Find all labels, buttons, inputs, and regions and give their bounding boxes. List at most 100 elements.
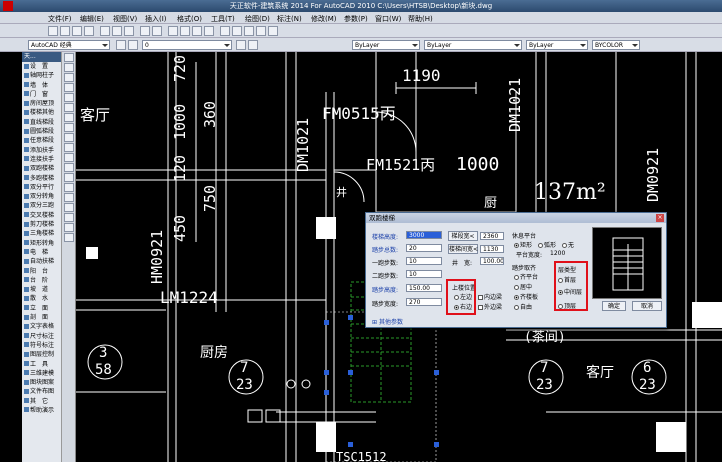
side-menu-item[interactable]: 台 阶 (22, 276, 61, 285)
side-menu-item[interactable]: 坡 道 (22, 285, 61, 294)
step-width-field[interactable]: 270 (406, 298, 442, 306)
side-menu-item[interactable]: 立 面 (22, 304, 61, 313)
side-menu-item[interactable]: 门 窗 (22, 90, 61, 99)
zoom-window-icon[interactable] (192, 26, 202, 36)
help-icon[interactable] (268, 26, 278, 36)
redo-icon[interactable] (152, 26, 162, 36)
insert-block-icon[interactable] (64, 163, 74, 172)
new-file-icon[interactable] (48, 26, 58, 36)
layer-select[interactable]: 0 (142, 40, 232, 50)
side-menu-item[interactable]: 房间屋顶 (22, 99, 61, 108)
lineweight-select[interactable]: ByLayer (526, 40, 588, 50)
menu-edit[interactable]: 编辑(E) (80, 14, 104, 24)
tool-palette-icon[interactable] (244, 26, 254, 36)
side-menu-item[interactable]: 自动扶梯 (22, 257, 61, 266)
menu-parameter[interactable]: 参数(P) (344, 14, 368, 24)
multiline-text-icon[interactable] (64, 233, 74, 242)
side-menu-item[interactable]: 连接扶手 (22, 155, 61, 164)
align-platform-radio[interactable]: 齐平台 (514, 272, 538, 281)
zoom-icon[interactable] (180, 26, 190, 36)
polygon-icon[interactable] (64, 83, 74, 92)
table-icon[interactable] (64, 223, 74, 232)
menu-format[interactable]: 格式(O) (177, 14, 202, 24)
side-menu-item[interactable]: 帮助演示 (22, 406, 61, 415)
side-menu-item[interactable]: 楼梯其他 (22, 108, 61, 117)
undo-icon[interactable] (140, 26, 150, 36)
gradient-icon[interactable] (64, 203, 74, 212)
properties-icon[interactable] (220, 26, 230, 36)
side-menu-item[interactable]: 矩形转角 (22, 239, 61, 248)
side-menu-item[interactable]: 轴网柱子 (22, 71, 61, 80)
print-icon[interactable] (84, 26, 94, 36)
workspace-select[interactable]: AutoCAD 经典 (28, 40, 110, 50)
side-menu-item[interactable]: 直线梯段 (22, 118, 61, 127)
menu-file[interactable]: 文件(F) (48, 14, 72, 24)
step-height-field[interactable]: 150.00 (406, 284, 442, 292)
make-current-layer-icon[interactable] (236, 40, 246, 50)
well-width-field[interactable]: 100.00 (480, 257, 504, 265)
side-menu-item[interactable]: 阳 台 (22, 267, 61, 276)
rectangle-icon[interactable] (64, 93, 74, 102)
side-menu-item[interactable]: 电 梯 (22, 248, 61, 257)
color-select[interactable]: ByLayer (352, 40, 420, 50)
open-file-icon[interactable] (60, 26, 70, 36)
stair-width-button[interactable]: 梯段宽< (448, 231, 478, 241)
menu-draw[interactable]: 绘图(D) (245, 14, 270, 24)
layer-previous-icon[interactable] (248, 40, 258, 50)
side-menu-item[interactable]: 工 具 (22, 360, 61, 369)
landing-width-value[interactable]: 1200 (550, 250, 565, 257)
ok-button[interactable]: 确定 (602, 301, 626, 311)
other-params-expander[interactable]: ⊞ 其他参数 (372, 317, 403, 326)
side-menu-item[interactable]: 双分三跑 (22, 201, 61, 210)
side-menu-item[interactable]: 设 置 (22, 62, 61, 71)
side-menu-item[interactable]: 三角楼梯 (22, 229, 61, 238)
calculator-icon[interactable] (256, 26, 266, 36)
ellipse-arc-icon[interactable] (64, 153, 74, 162)
side-menu-header[interactable]: 天... (22, 52, 61, 62)
step-total-field[interactable]: 20 (406, 244, 442, 252)
total-width-button[interactable]: 楼梯间宽< (448, 244, 478, 254)
inner-rail-checkbox[interactable]: 内边梁 (478, 292, 502, 301)
side-menu-item[interactable]: 圆弧梯段 (22, 127, 61, 136)
none-radio[interactable]: 无 (562, 240, 574, 249)
linetype-select[interactable]: ByLayer (424, 40, 522, 50)
total-width-field[interactable]: 1130 (480, 245, 504, 253)
close-icon[interactable]: × (656, 214, 664, 222)
menu-help[interactable]: 帮助(H) (408, 14, 433, 24)
menu-view[interactable]: 视图(V) (113, 14, 137, 24)
circle-icon[interactable] (64, 113, 74, 122)
layer-manager-icon[interactable] (116, 40, 126, 50)
menu-window[interactable]: 窗口(W) (375, 14, 401, 24)
side-menu-item[interactable]: 双跑楼梯 (22, 164, 61, 173)
align-center-radio[interactable]: 居中 (514, 282, 532, 291)
paste-icon[interactable] (124, 26, 134, 36)
side-menu-item[interactable]: 文件布图 (22, 387, 61, 396)
align-landing-radio[interactable]: 齐楼板 (514, 292, 538, 301)
construction-line-icon[interactable] (64, 63, 74, 72)
side-menu-item[interactable]: 图层控制 (22, 350, 61, 359)
arc-radio[interactable]: 弧形 (538, 240, 556, 249)
stair-height-field[interactable]: 3000 (406, 231, 442, 239)
make-block-icon[interactable] (64, 173, 74, 182)
design-center-icon[interactable] (232, 26, 242, 36)
side-menu-item[interactable]: 文字表格 (22, 322, 61, 331)
side-menu-item[interactable]: 其 它 (22, 397, 61, 406)
side-menu-item[interactable]: 双分平行 (22, 183, 61, 192)
side-menu-item[interactable]: 剖 面 (22, 313, 61, 322)
menu-insert[interactable]: 插入(I) (145, 14, 167, 24)
pan-icon[interactable] (168, 26, 178, 36)
revision-cloud-icon[interactable] (64, 123, 74, 132)
zoom-previous-icon[interactable] (204, 26, 214, 36)
cut-icon[interactable] (100, 26, 110, 36)
cancel-button[interactable]: 取消 (632, 301, 662, 311)
outer-rail-checkbox[interactable]: 外边梁 (478, 302, 502, 311)
side-menu-item[interactable]: 图块图案 (22, 378, 61, 387)
side-menu-item[interactable]: 符号标注 (22, 341, 61, 350)
side-menu-item[interactable]: 散 水 (22, 294, 61, 303)
first-run-field[interactable]: 10 (406, 257, 442, 265)
point-icon[interactable] (64, 183, 74, 192)
side-menu-item[interactable]: 剪刀楼梯 (22, 220, 61, 229)
side-menu-item[interactable]: 添加扶手 (22, 146, 61, 155)
second-run-field[interactable]: 10 (406, 270, 442, 278)
hatch-icon[interactable] (64, 193, 74, 202)
